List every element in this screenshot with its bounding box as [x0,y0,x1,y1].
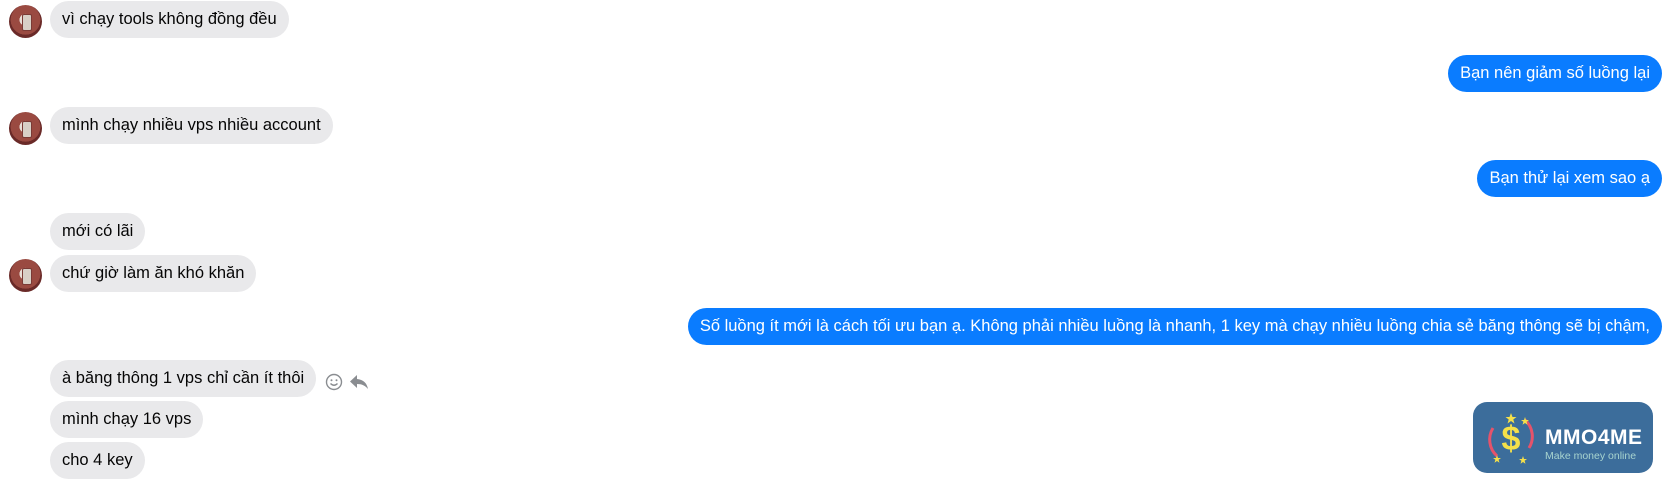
outgoing-message[interactable]: Số luồng ít mới là cách tối ưu bạn ạ. Kh… [687,308,1662,345]
incoming-message[interactable]: mới có lãi [50,213,146,250]
incoming-message[interactable]: chứ giờ làm ăn khó khăn [50,255,257,292]
incoming-message[interactable]: mình chạy nhiều vps nhiều account [50,107,333,144]
incoming-message[interactable]: mình chạy 16 vps [50,401,204,438]
watermark-logo: $ MMO4ME Make money online [1473,402,1653,473]
smiley-icon[interactable] [325,373,343,391]
svg-text:$: $ [1502,420,1521,458]
watermark-subtitle: Make money online [1545,450,1637,462]
outgoing-message[interactable]: Bạn thử lại xem sao ạ [1477,160,1662,197]
watermark-title: MMO4ME [1545,426,1643,449]
dollar-coin-icon: $ [1481,408,1541,473]
incoming-message[interactable]: à băng thông 1 vps chỉ cần ít thôi [50,360,317,397]
outgoing-message[interactable]: Bạn nên giảm số luồng lại [1448,55,1662,92]
incoming-message[interactable]: cho 4 key [50,442,145,479]
incoming-message[interactable]: vì chạy tools không đồng đều [50,1,289,38]
contact-avatar[interactable] [9,5,42,38]
reply-icon[interactable] [349,373,369,391]
message-actions [325,373,369,391]
contact-avatar[interactable] [9,112,42,145]
contact-avatar[interactable] [9,259,42,292]
